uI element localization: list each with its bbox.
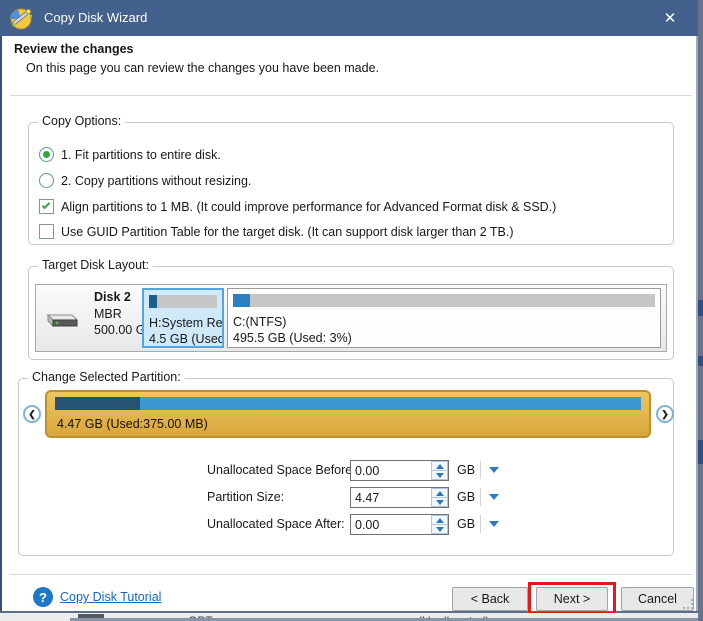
disk-map: Disk 2 MBR 500.00 GB H:System Res 4.5 GB… xyxy=(35,284,667,352)
usage-bar xyxy=(233,294,655,307)
window-title: Copy Disk Wizard xyxy=(44,0,147,36)
partition-resize-text: 4.47 GB (Used:375.00 MB) xyxy=(57,417,208,431)
background-window-edge-bottom: GPT (Unallocated) xyxy=(0,613,698,621)
spin-down-icon[interactable] xyxy=(431,497,448,507)
partition-size: 4.5 GB (Used: xyxy=(149,332,224,346)
partition-size: 495.5 GB (Used: 3%) xyxy=(233,331,352,345)
hard-disk-icon xyxy=(44,309,78,331)
chevron-left-icon[interactable]: ❮ xyxy=(23,405,41,423)
unallocated-after-input[interactable]: 0.00 xyxy=(350,514,449,535)
spinner xyxy=(431,461,448,480)
header-separator xyxy=(10,95,692,96)
wizard-app-icon xyxy=(8,5,34,31)
usage-bar xyxy=(149,295,217,308)
partition-resize-bar[interactable] xyxy=(55,397,641,410)
target-disk-layout-group: Target Disk Layout: Disk 2 MBR 500.00 GB… xyxy=(28,266,674,360)
close-icon[interactable]: ✕ xyxy=(654,0,686,36)
unit-dropdown-icon[interactable] xyxy=(489,494,499,500)
copy-disk-wizard-dialog: Copy Disk Wizard ✕ Review the changes On… xyxy=(0,0,703,621)
copy-disk-tutorial-link[interactable]: Copy Disk Tutorial xyxy=(60,590,161,604)
partition-name: C:(NTFS) xyxy=(233,315,286,329)
radio-icon-unselected[interactable] xyxy=(39,173,54,188)
next-button-highlight xyxy=(528,582,616,615)
unit-dropdown-icon[interactable] xyxy=(489,467,499,473)
partition-size-input[interactable]: 4.47 xyxy=(350,487,449,508)
back-button[interactable]: < Back xyxy=(452,587,528,611)
background-window-edge-right xyxy=(698,0,703,621)
partition-block-system-reserved[interactable]: H:System Res 4.5 GB (Used: xyxy=(142,288,224,348)
help-icon: ? xyxy=(33,587,53,607)
checkbox-icon-unchecked[interactable] xyxy=(39,224,54,239)
footer-separator xyxy=(10,574,692,575)
copy-options-group: Copy Options: 1. Fit partitions to entir… xyxy=(28,122,674,245)
page-title: Review the changes xyxy=(14,42,134,56)
target-disk-layout-label: Target Disk Layout: xyxy=(38,258,153,272)
spinner xyxy=(431,488,448,507)
resize-grip[interactable] xyxy=(683,599,695,611)
spin-down-icon[interactable] xyxy=(431,524,448,534)
unallocated-before-input[interactable]: 0.00 xyxy=(350,460,449,481)
checkbox-icon-checked[interactable] xyxy=(39,199,54,214)
change-selected-partition-label: Change Selected Partition: xyxy=(28,370,185,384)
change-selected-partition-group: Change Selected Partition: ❮ ❯ 4.47 GB (… xyxy=(18,378,674,556)
disk-name: Disk 2 xyxy=(94,290,131,304)
partition-block-c-ntfs[interactable]: C:(NTFS) 495.5 GB (Used: 3%) xyxy=(227,288,661,348)
unit-dropdown-icon[interactable] xyxy=(489,521,499,527)
title-bar: Copy Disk Wizard ✕ xyxy=(0,0,698,36)
window-border-left xyxy=(0,36,2,613)
partition-resize-widget[interactable]: 4.47 GB (Used:375.00 MB) xyxy=(45,390,651,438)
partition-name: H:System Res xyxy=(149,316,224,330)
disk-type: MBR xyxy=(94,307,122,321)
copy-options-label: Copy Options: xyxy=(38,114,125,128)
page-subtitle: On this page you can review the changes … xyxy=(26,61,379,75)
spin-down-icon[interactable] xyxy=(431,470,448,480)
partition-used-segment xyxy=(55,397,140,410)
radio-icon-selected[interactable] xyxy=(39,147,54,162)
chevron-right-icon[interactable]: ❯ xyxy=(656,405,674,423)
spinner xyxy=(431,515,448,534)
